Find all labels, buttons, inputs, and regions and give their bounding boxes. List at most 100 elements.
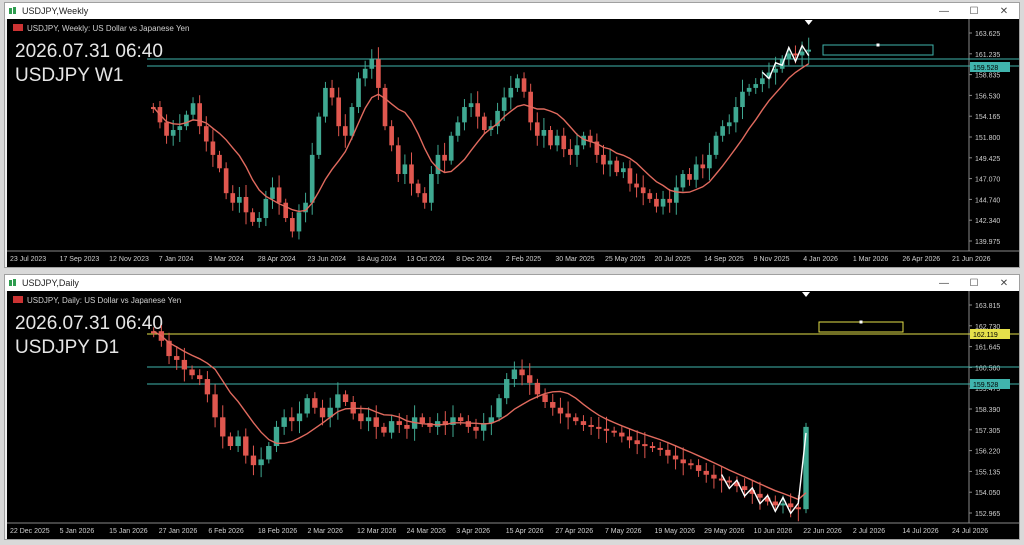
price-label: 142.340 (975, 218, 1000, 225)
candle (607, 160, 613, 165)
candle (527, 375, 533, 383)
daily-chart-canvas[interactable]: USDJPY, Daily: US Dollar vs Japanese Yen… (7, 291, 1019, 539)
candle (289, 417, 295, 422)
date-label: 15 Jan 2026 (109, 528, 148, 535)
candle (435, 154, 441, 175)
candle (316, 116, 322, 155)
price-label: 144.740 (975, 197, 1000, 204)
price-label: 158.390 (975, 407, 1000, 414)
minimize-button[interactable]: — (929, 6, 959, 17)
candle (588, 424, 594, 427)
candle (703, 470, 709, 475)
candle (164, 122, 169, 136)
candle (381, 426, 387, 433)
candle (695, 465, 702, 471)
date-label: 18 Feb 2026 (258, 528, 297, 535)
minimize-button[interactable]: — (929, 278, 959, 289)
candle (290, 218, 295, 232)
candle (627, 168, 633, 184)
weekly-chart-window[interactable]: USDJPY,Weekly — ☐ ✕ USDJPY, Weekly: US D… (4, 2, 1020, 268)
candle (649, 446, 656, 449)
candle (795, 507, 802, 510)
candle (733, 107, 739, 123)
chart-window-icon (9, 7, 18, 15)
weekly-price-chart[interactable]: USDJPY, Weekly: US Dollar vs Japanese Ye… (7, 19, 1019, 267)
maximize-button[interactable]: ☐ (959, 278, 989, 289)
daily-titlebar[interactable]: USDJPY,Daily — ☐ ✕ (5, 275, 1019, 291)
price-label: 154.165 (975, 114, 1000, 121)
price-label: 156.530 (975, 93, 1000, 100)
candle (740, 91, 745, 108)
daily-price-chart[interactable]: USDJPY, Daily: US Dollar vs Japanese Yen… (7, 291, 1019, 539)
candle (369, 59, 375, 69)
candle (181, 359, 188, 370)
date-label: 24 Mar 2026 (407, 528, 446, 535)
candle (358, 413, 364, 422)
candle (806, 49, 812, 52)
close-button[interactable]: ✕ (989, 6, 1019, 17)
candle (404, 424, 410, 429)
candle (720, 126, 725, 136)
date-label: 23 Jul 2023 (10, 256, 46, 263)
date-label: 18 Aug 2024 (357, 256, 396, 263)
close-button[interactable]: ✕ (989, 278, 1019, 289)
price-label: 152.965 (975, 511, 1000, 518)
candle (746, 87, 752, 92)
candle (373, 417, 379, 427)
candle (693, 164, 699, 180)
flag-icon (13, 296, 23, 303)
candle (504, 379, 510, 399)
candle (519, 369, 525, 376)
overlay-symbol: USDJPY W1 (15, 65, 123, 86)
candle (475, 103, 481, 117)
date-label: 6 Feb 2026 (208, 528, 244, 535)
date-label: 9 Nov 2025 (754, 256, 790, 263)
candle (803, 426, 809, 510)
date-label: 8 Dec 2024 (456, 256, 492, 263)
daily-chart-window[interactable]: USDJPY,Daily — ☐ ✕ USDJPY, Daily: US Dol… (4, 274, 1020, 540)
date-label: 17 Sep 2023 (60, 256, 100, 263)
candle (548, 130, 553, 146)
candle (263, 198, 269, 219)
candle (448, 135, 454, 161)
candle (574, 145, 580, 155)
weekly-titlebar[interactable]: USDJPY,Weekly — ☐ ✕ (5, 3, 1019, 19)
candle (356, 78, 361, 108)
candle (568, 149, 573, 155)
candle (787, 503, 794, 508)
candle (319, 407, 326, 418)
candle (442, 154, 447, 161)
candle (557, 407, 564, 414)
overlay-datetime: 2026.07.31 06:40 (15, 41, 163, 62)
weekly-chart-canvas[interactable]: USDJPY, Weekly: US Dollar vs Japanese Ye… (7, 19, 1019, 267)
price-label: 155.135 (975, 469, 1000, 476)
candle (621, 168, 626, 173)
candle (772, 501, 778, 506)
candle (362, 68, 368, 79)
overlay-datetime: 2026.07.31 06:40 (15, 313, 163, 334)
candle (634, 440, 640, 445)
price-badge-label: 159.528 (973, 65, 998, 72)
zigzag-line (720, 432, 807, 515)
candle (227, 436, 234, 447)
candle (210, 141, 216, 155)
price-label: 160.560 (975, 365, 1000, 372)
candle (174, 356, 180, 360)
date-label: 30 Mar 2025 (555, 256, 594, 263)
candle (799, 51, 805, 56)
candle (376, 59, 381, 88)
date-label: 27 Jan 2026 (159, 528, 198, 535)
date-label: 1 Mar 2026 (853, 256, 889, 263)
current-bar-marker (804, 20, 813, 25)
date-label: 14 Jul 2026 (902, 528, 938, 535)
candle (304, 398, 310, 414)
candle (515, 78, 520, 88)
candle (665, 449, 671, 456)
candle (422, 193, 428, 203)
candle (580, 421, 587, 425)
candle (203, 126, 209, 142)
maximize-button[interactable]: ☐ (959, 6, 989, 17)
candle (283, 202, 289, 219)
candle (534, 382, 541, 395)
date-label: 21 Jun 2026 (952, 256, 991, 263)
